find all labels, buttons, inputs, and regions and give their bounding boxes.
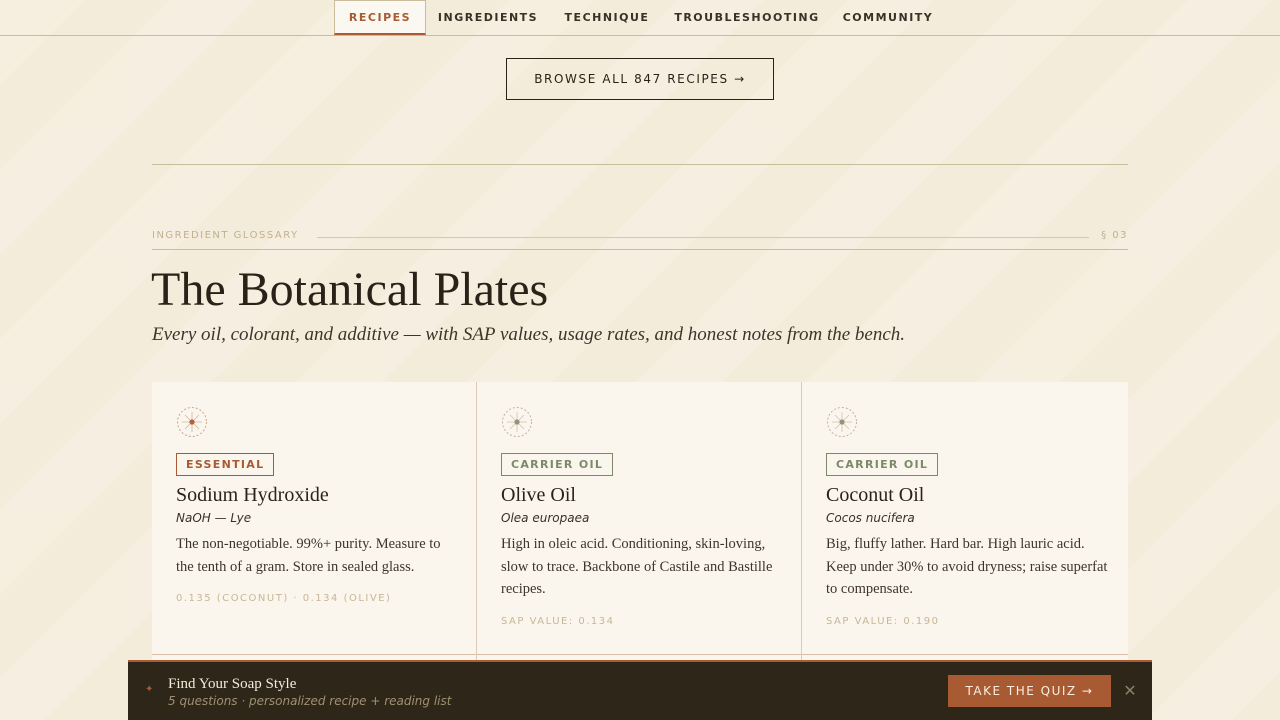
- card-latin-name: Cocos nucifera: [826, 511, 915, 525]
- tab-ingredients[interactable]: INGREDIENTS: [434, 0, 542, 35]
- browse-all-recipes-button[interactable]: BROWSE ALL 847 RECIPES →: [506, 58, 774, 100]
- card-title: Olive Oil: [501, 484, 576, 506]
- ingredient-cards: ESSENTIAL Sodium Hydroxide NaOH — Lye Th…: [152, 382, 1128, 682]
- eyebrow-label: INGREDIENT GLOSSARY: [152, 230, 299, 241]
- card-latin-name: Olea europaea: [501, 511, 590, 525]
- card-title: Sodium Hydroxide: [176, 484, 329, 506]
- card-sap-value: SAP VALUE: 0.190: [826, 616, 940, 627]
- card-description: High in oleic acid. Conditioning, skin-l…: [501, 536, 773, 597]
- card-description: The non-negotiable. 99%+ purity. Measure…: [176, 536, 441, 575]
- sparkle-icon: ✦: [145, 684, 154, 695]
- sunburst-icon: [502, 407, 532, 437]
- top-nav: RECIPES INGREDIENTS TECHNIQUE TROUBLESHO…: [0, 0, 1280, 36]
- header-rule: [152, 249, 1128, 250]
- card-title: Coconut Oil: [826, 484, 925, 506]
- section-divider: [152, 164, 1128, 165]
- take-quiz-button[interactable]: TAKE THE QUIZ →: [948, 675, 1111, 707]
- banner-subtitle: 5 questions · personalized recipe + read…: [168, 694, 452, 708]
- eyebrow-rule: [317, 237, 1089, 238]
- tab-troubleshooting[interactable]: TROUBLESHOOTING: [670, 0, 824, 35]
- card-divider: [152, 654, 476, 655]
- card-badge: CARRIER OIL: [826, 453, 939, 476]
- card-latin-name: NaOH — Lye: [176, 511, 252, 525]
- tab-technique[interactable]: TECHNIQUE: [558, 0, 656, 35]
- sunburst-icon: [177, 407, 207, 437]
- page-subtitle: Every oil, colorant, and additive — with…: [152, 324, 906, 345]
- card-divider: [477, 654, 801, 655]
- close-icon[interactable]: ✕: [1122, 680, 1138, 700]
- card-divider: [802, 654, 1128, 655]
- page-title: The Botanical Plates: [151, 263, 549, 316]
- tab-recipes[interactable]: RECIPES: [334, 0, 426, 35]
- card-description: Big, fluffy lather. Hard bar. High lauri…: [826, 536, 1108, 597]
- card-sap-value: SAP VALUE: 0.134: [501, 616, 615, 627]
- quiz-banner: ✦ Find Your Soap Style 5 questions · per…: [128, 660, 1152, 720]
- section-number: § 03: [1101, 230, 1128, 241]
- card-badge: CARRIER OIL: [501, 453, 614, 476]
- banner-title: Find Your Soap Style: [168, 676, 297, 692]
- card-sap-value: 0.135 (COCONUT) · 0.134 (OLIVE): [176, 593, 392, 604]
- ingredient-card[interactable]: CARRIER OIL Coconut Oil Cocos nucifera B…: [802, 382, 1128, 682]
- card-badge: ESSENTIAL: [176, 453, 275, 476]
- ingredient-card[interactable]: CARRIER OIL Olive Oil Olea europaea High…: [477, 382, 802, 682]
- tab-community[interactable]: COMMUNITY: [838, 0, 938, 35]
- section-eyebrow: INGREDIENT GLOSSARY § 03: [152, 230, 1128, 244]
- ingredient-card[interactable]: ESSENTIAL Sodium Hydroxide NaOH — Lye Th…: [152, 382, 477, 682]
- sunburst-icon: [827, 407, 857, 437]
